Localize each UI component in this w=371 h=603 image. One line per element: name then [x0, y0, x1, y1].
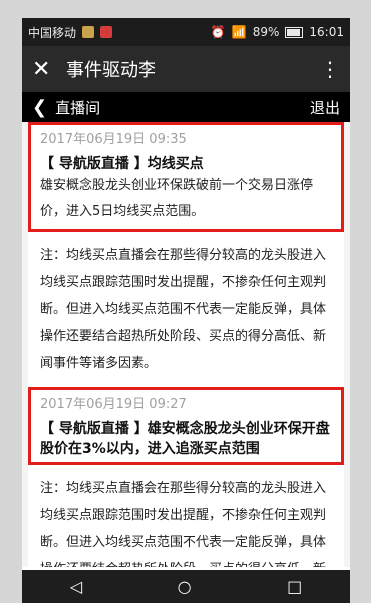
page-title: 事件驱动李	[66, 60, 156, 81]
post-headline: 【 导航版直播 】均线买点	[40, 156, 204, 172]
wifi-icon: 📶	[231, 25, 247, 39]
post-time: 2017年06月19日 09:35	[40, 132, 187, 147]
notification-icon	[100, 26, 113, 38]
app-titlebar: ✕ 事件驱动李 ⋮	[22, 46, 350, 92]
battery-percent: 89%	[252, 25, 280, 39]
post-time: 2017年06月19日 09:27	[40, 397, 187, 412]
notification-icon	[82, 26, 95, 38]
more-icon[interactable]: ⋮	[320, 57, 340, 81]
back-icon[interactable]: ❮	[32, 97, 47, 118]
android-navbar: ◁ ○ □	[22, 570, 350, 603]
phone-screen: 中国移动 ⏰ 📶 89% 16:01 ✕ 事件驱动李 ⋮ ❮ 直播间 退出 20…	[22, 18, 350, 603]
close-icon[interactable]: ✕	[32, 57, 58, 82]
clock: 16:01	[309, 25, 344, 39]
carrier-label: 中国移动	[28, 25, 77, 40]
post-card[interactable]: 2017年06月19日 09:27 【 导航版直播 】雄安概念股龙头创业环保开盘…	[28, 387, 344, 465]
note-text: 注：均线买点直播会在那些得分较高的龙头股进入均线买点跟踪范围时发出提醒，不掺杂任…	[28, 232, 344, 387]
battery-icon	[285, 26, 304, 38]
status-bar: 中国移动 ⏰ 📶 89% 16:01	[22, 18, 350, 46]
post-body: 雄安概念股龙头创业环保跌破前一个交易日涨停价，进入5日均线买点范围。	[40, 178, 314, 219]
subheader-title: 直播间	[55, 98, 101, 117]
note-text: 注：均线买点直播会在那些得分较高的龙头股进入均线买点跟踪范围时发出提醒，不掺杂任…	[28, 465, 344, 567]
home-nav-icon[interactable]: ○	[178, 577, 192, 596]
post-headline: 【 导航版直播 】雄安概念股龙头创业环保开盘股价在3%以内，进入追涨买点范围	[40, 421, 330, 457]
alarm-icon: ⏰	[210, 25, 226, 39]
post-card[interactable]: 2017年06月19日 09:35 【 导航版直播 】均线买点 雄安概念股龙头创…	[28, 122, 344, 232]
feed[interactable]: 2017年06月19日 09:35 【 导航版直播 】均线买点 雄安概念股龙头创…	[22, 122, 350, 567]
back-nav-icon[interactable]: ◁	[70, 577, 82, 596]
recent-apps-icon[interactable]: □	[287, 577, 302, 596]
subheader: ❮ 直播间 退出	[22, 92, 350, 122]
exit-button[interactable]: 退出	[310, 97, 340, 118]
